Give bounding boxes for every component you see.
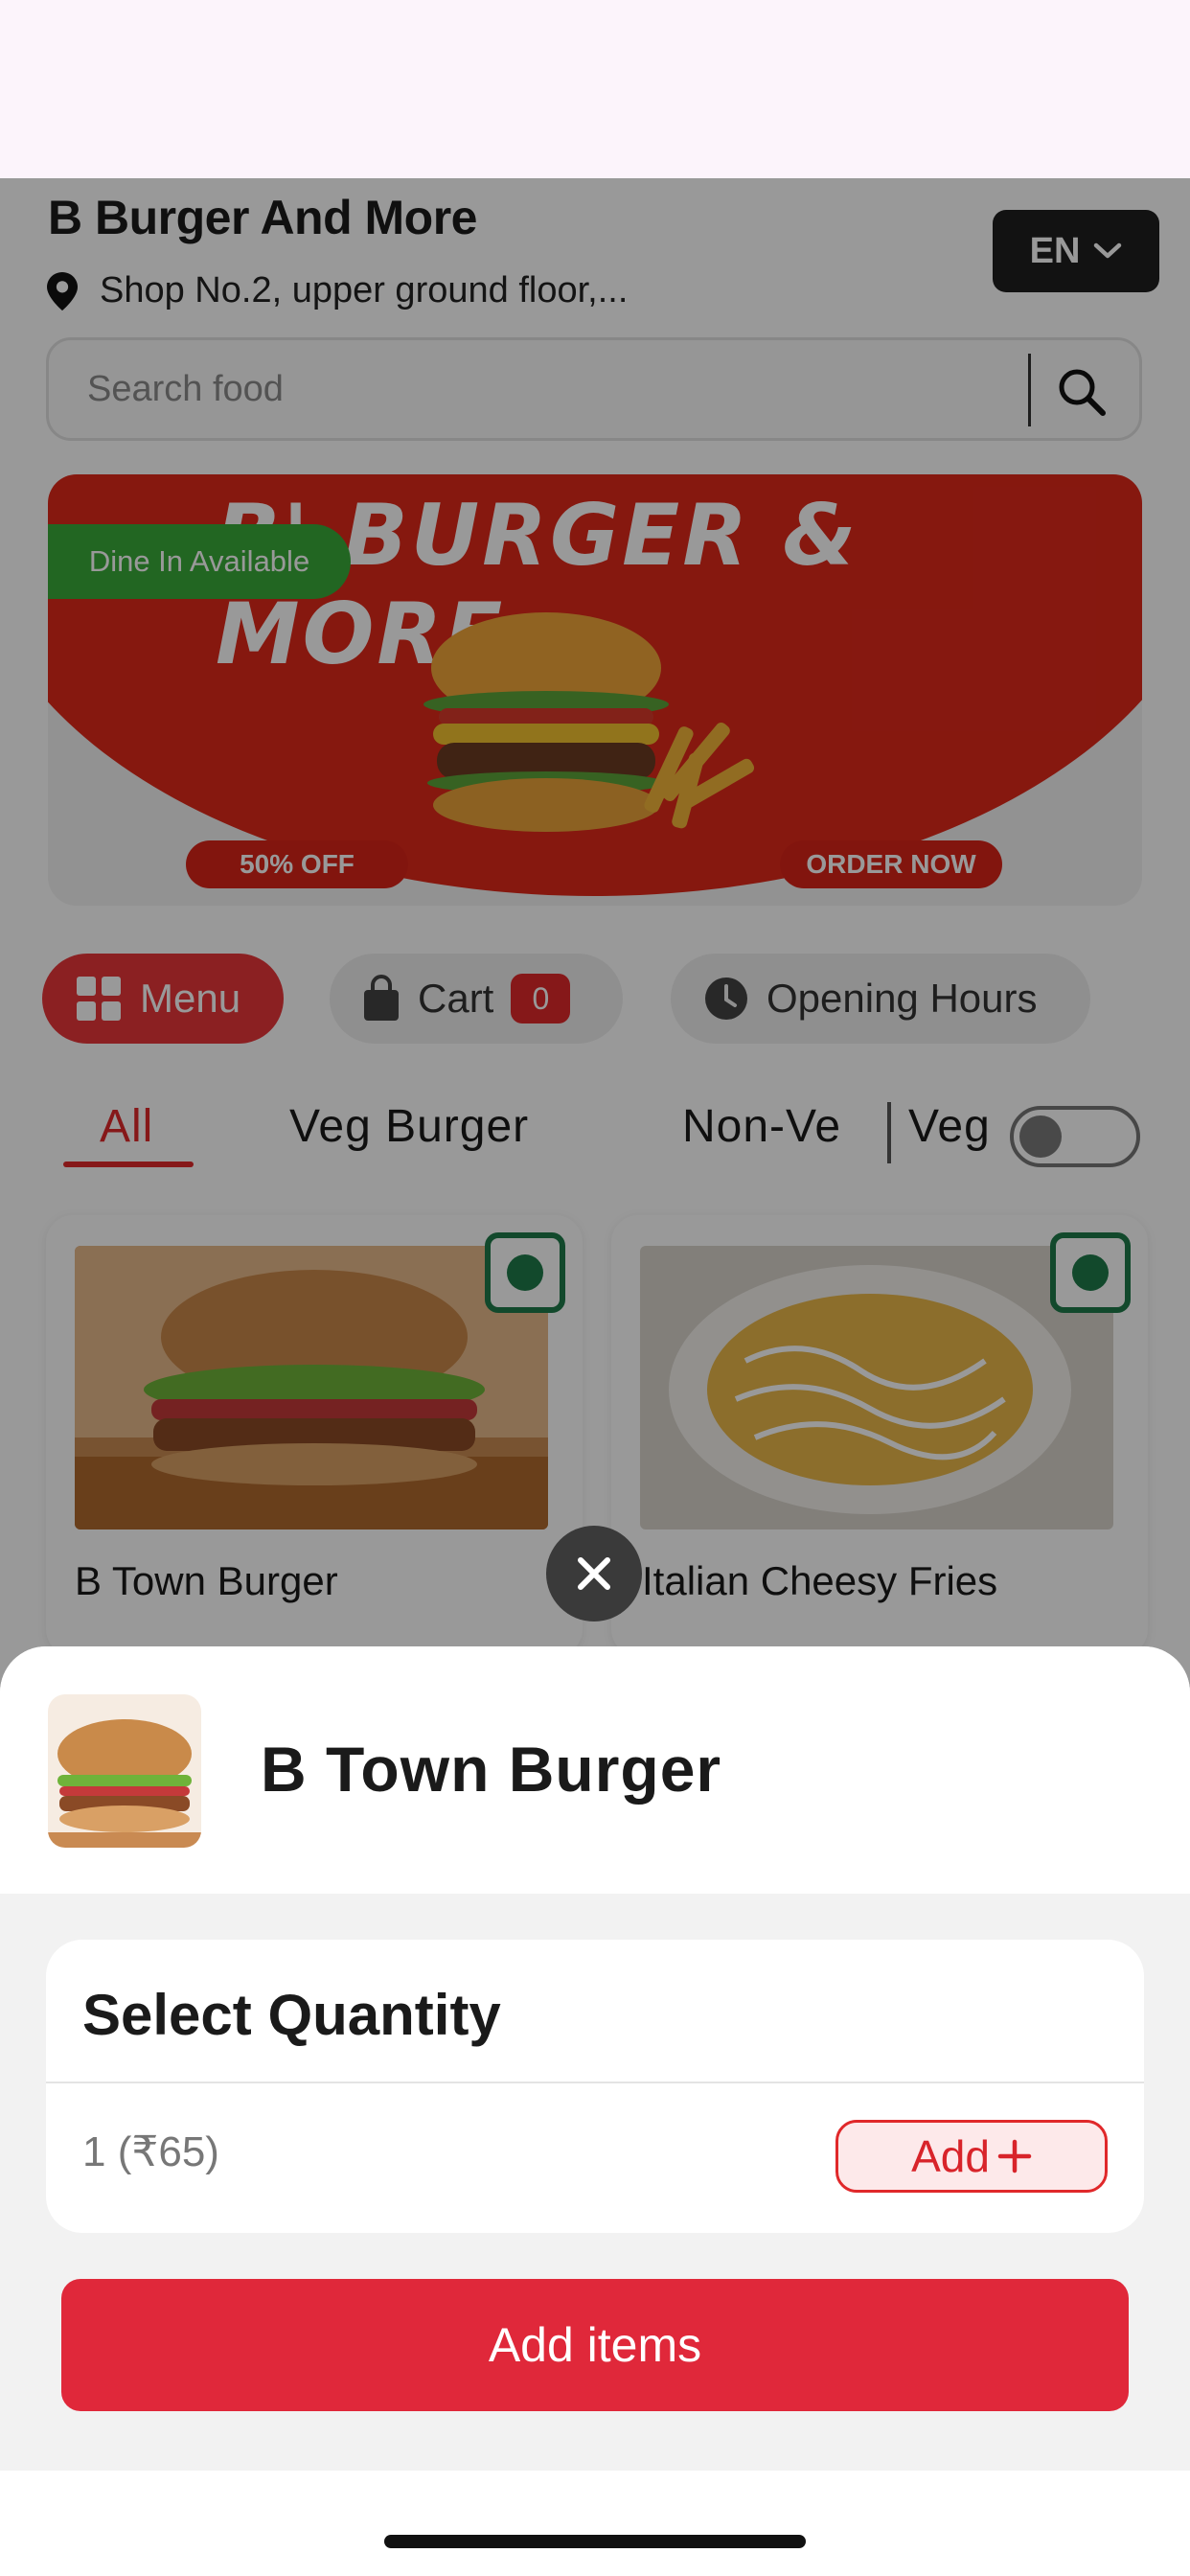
add-items-button[interactable]: Add items <box>61 2279 1129 2411</box>
product-thumbnail <box>48 1694 201 1848</box>
quantity-section-title: Select Quantity <box>82 1983 501 2047</box>
quantity-card: Select Quantity 1 (₹65) Add <box>46 1940 1144 2233</box>
plus-icon <box>997 2139 1032 2174</box>
quantity-bottom-sheet: B Town Burger Select Quantity 1 (₹65) Ad… <box>0 1646 1190 2471</box>
add-button-label: Add <box>911 2131 990 2181</box>
sheet-product-title: B Town Burger <box>261 1734 722 1805</box>
modal-backdrop[interactable] <box>0 178 1190 1712</box>
add-quantity-button[interactable]: Add <box>835 2120 1108 2193</box>
sheet-header: B Town Burger <box>0 1646 1190 1894</box>
home-indicator[interactable] <box>384 2535 806 2548</box>
close-icon <box>578 1557 610 1590</box>
close-sheet-button[interactable] <box>546 1526 642 1622</box>
quantity-divider <box>46 2082 1144 2083</box>
quantity-option-price: 1 (₹65) <box>82 2128 219 2175</box>
